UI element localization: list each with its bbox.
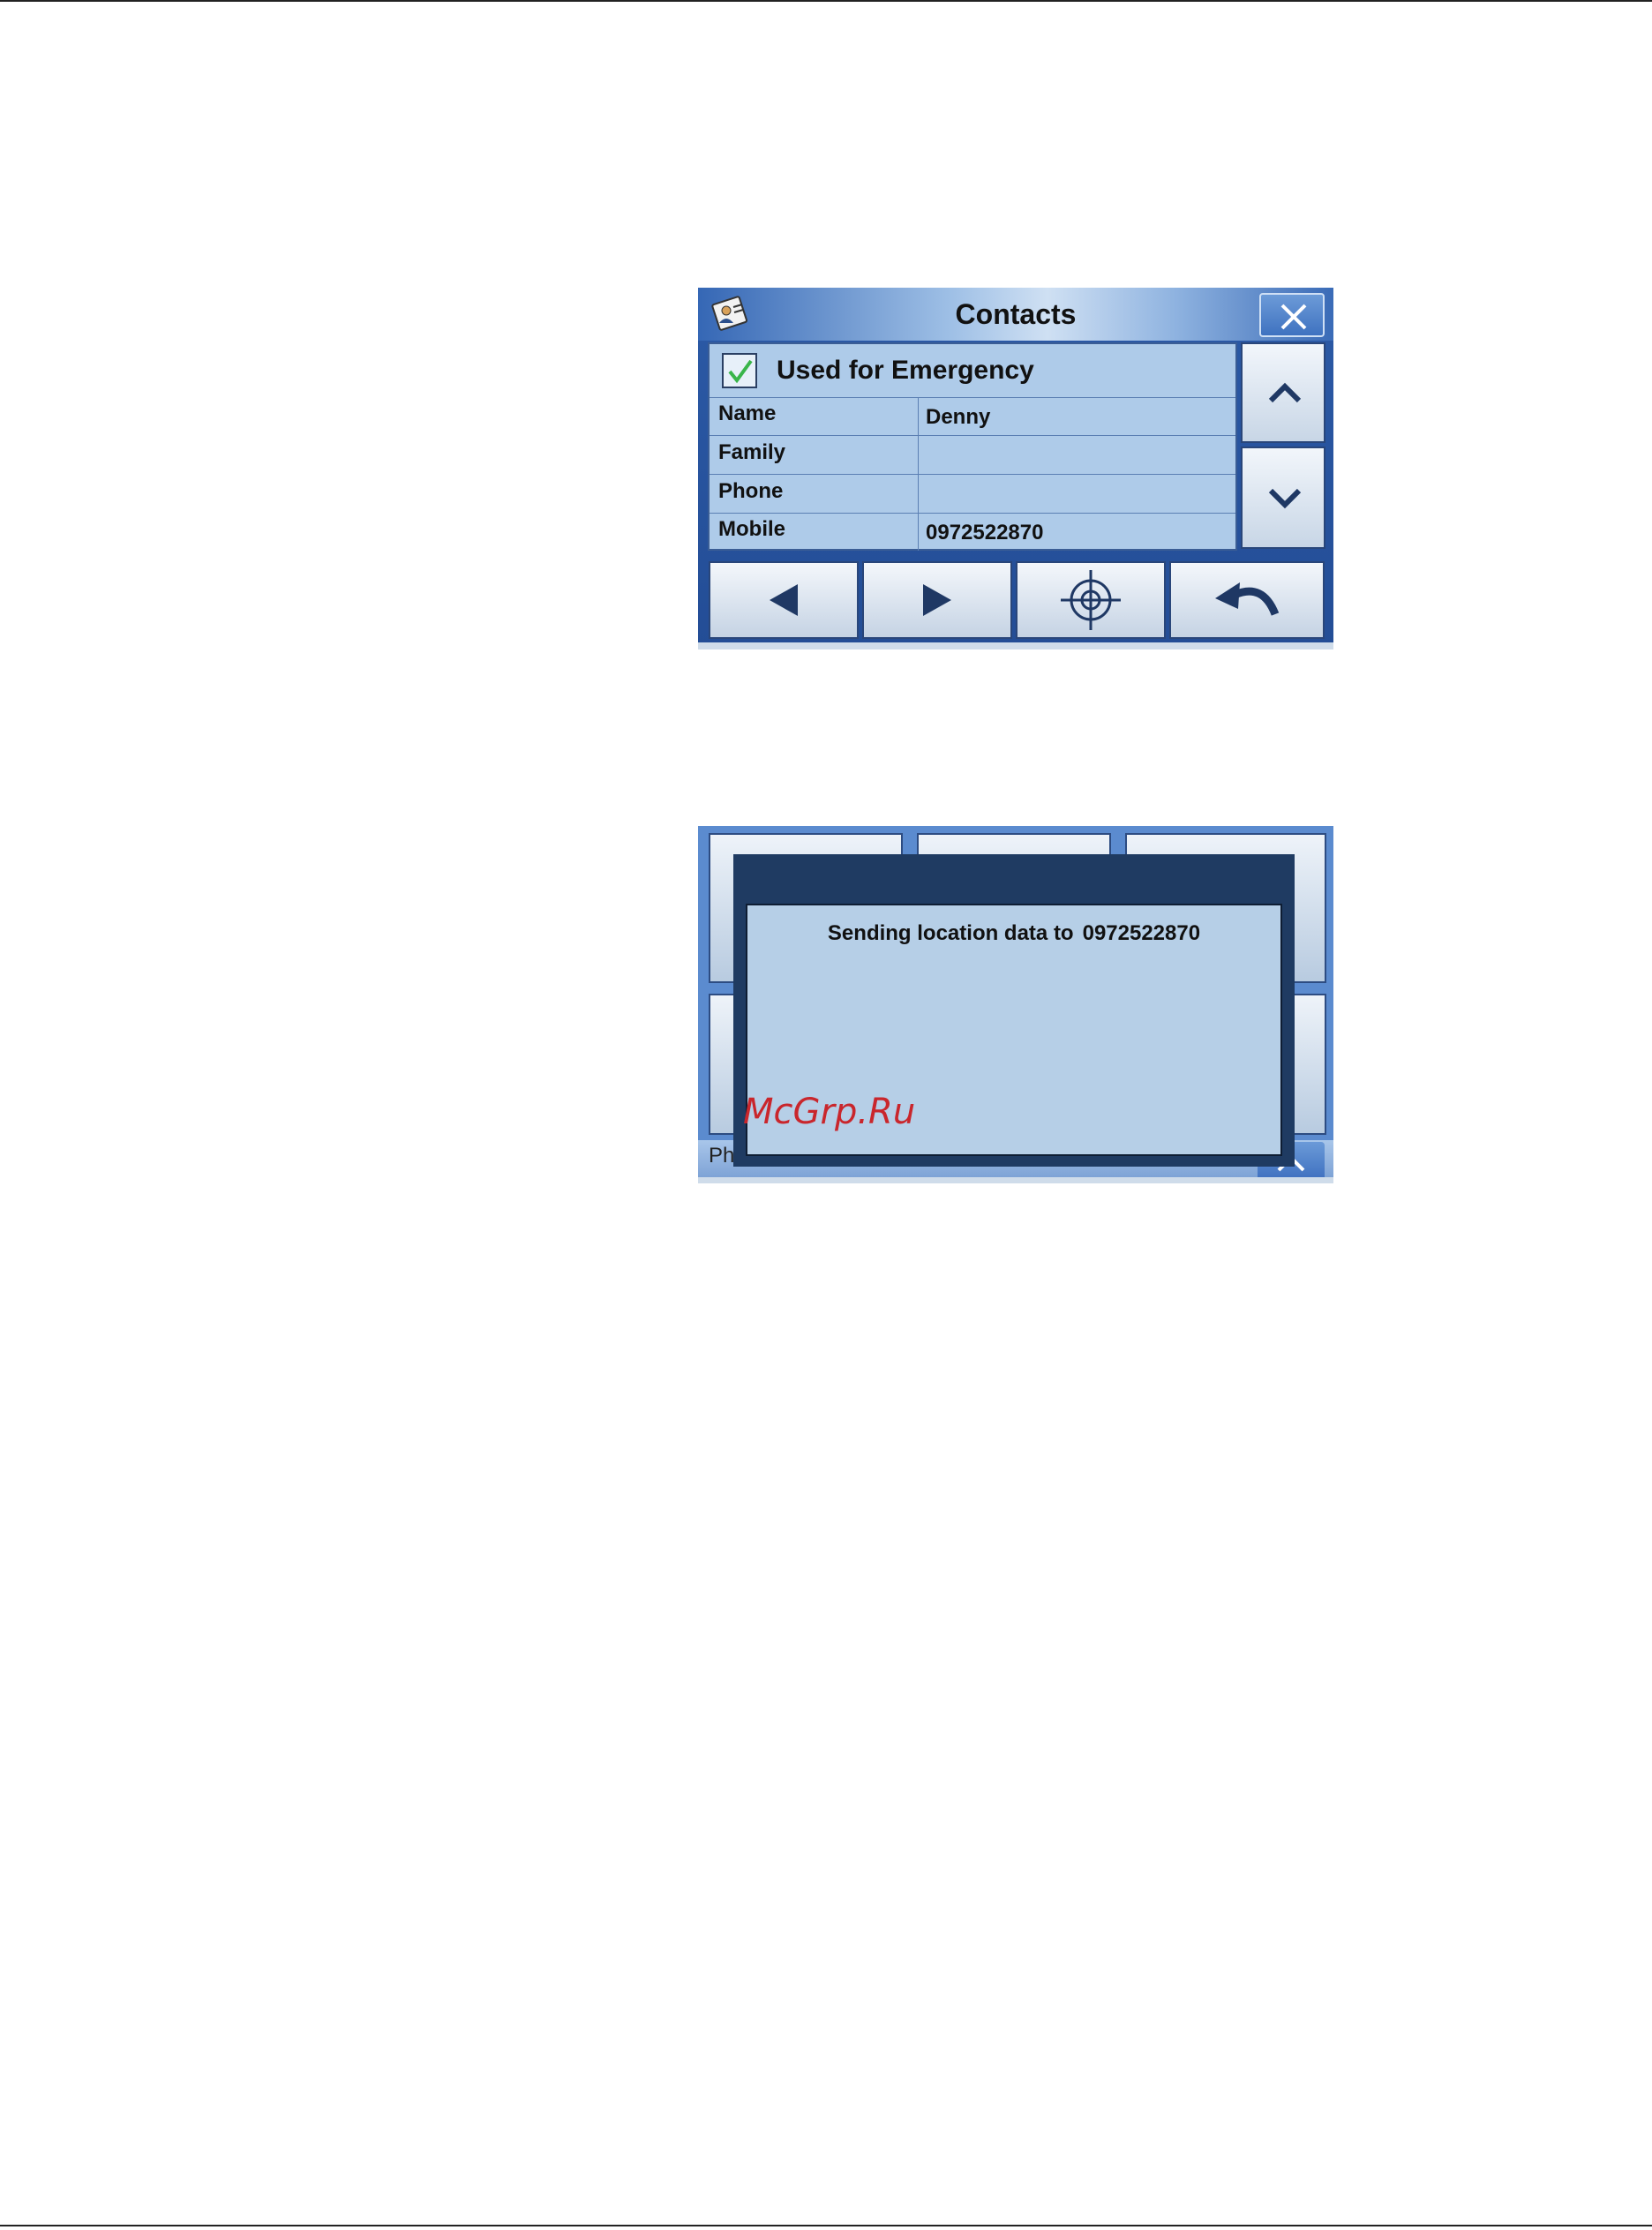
page-top-rule (0, 0, 1652, 2)
mobile-field[interactable]: 0972522870 (918, 513, 1235, 551)
sending-message: Sending location data to 0972522870 (747, 921, 1280, 946)
window-title: Contacts (955, 298, 1077, 330)
close-icon (1280, 304, 1307, 330)
close-button[interactable] (1259, 293, 1325, 337)
chevron-up-icon (1268, 382, 1302, 403)
phone-field[interactable] (918, 475, 1235, 513)
send-location-button[interactable] (1016, 561, 1166, 639)
next-button[interactable] (862, 561, 1012, 639)
scroll-down-button[interactable] (1241, 447, 1325, 549)
emergency-row[interactable]: Used for Emergency (710, 344, 1235, 398)
family-field[interactable] (918, 436, 1235, 474)
window-bottom-edge (698, 1177, 1333, 1183)
page-bottom-rule (0, 2225, 1652, 2226)
scroll-up-button[interactable] (1241, 342, 1325, 443)
undo-arrow-icon (1215, 582, 1280, 616)
sending-message-text: Sending location data to (827, 921, 1074, 945)
crosshair-icon (1061, 570, 1121, 630)
field-label: Family (718, 440, 786, 464)
field-row-mobile[interactable]: Mobile 0972522870 (710, 513, 1235, 551)
triangle-left-icon (770, 584, 798, 616)
field-label: Name (718, 402, 777, 425)
contact-form: Used for Emergency Name Denny Family Pho… (708, 342, 1237, 551)
contacts-window: Contacts Used for Emergency Name Denny F… (698, 288, 1333, 649)
field-label: Mobile (718, 517, 785, 541)
field-row-name[interactable]: Name Denny (710, 397, 1235, 436)
emergency-checkbox[interactable] (722, 353, 757, 388)
window-bottom-edge (698, 642, 1333, 649)
sending-number: 0972522870 (1082, 921, 1201, 945)
checkmark-icon (728, 359, 753, 384)
field-row-family[interactable]: Family (710, 436, 1235, 475)
emergency-label: Used for Emergency (777, 356, 1034, 385)
watermark: McGrp.Ru (743, 1092, 916, 1132)
field-label: Phone (718, 479, 784, 503)
previous-button[interactable] (709, 561, 859, 639)
name-field[interactable]: Denny (918, 397, 1235, 435)
field-row-phone[interactable]: Phone (710, 475, 1235, 514)
triangle-right-icon (923, 584, 951, 616)
chevron-down-icon (1268, 488, 1302, 509)
back-button[interactable] (1169, 561, 1325, 639)
